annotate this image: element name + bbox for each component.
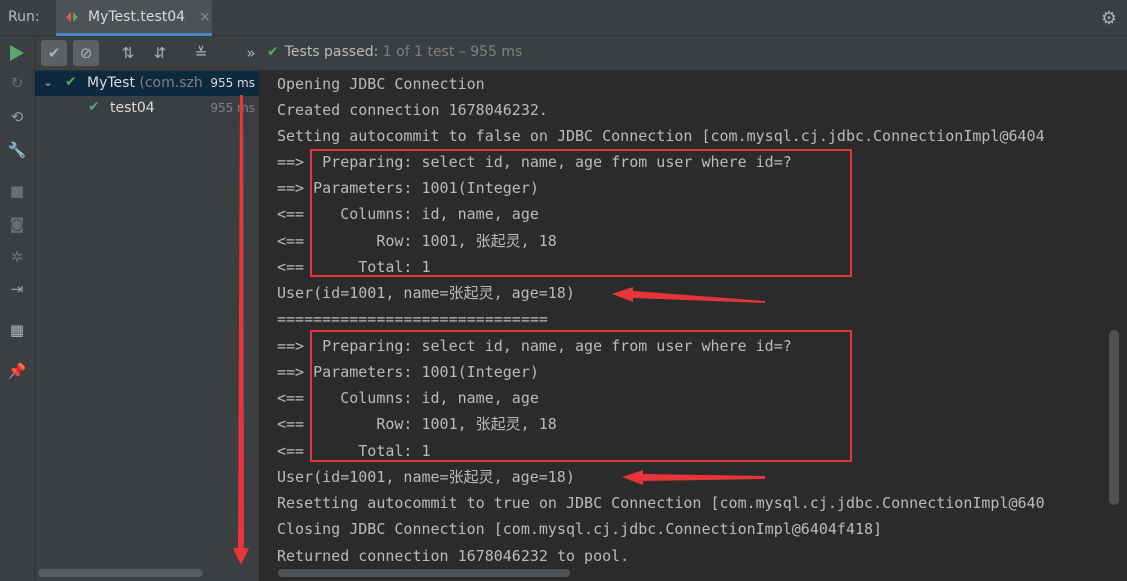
run-label: Run: xyxy=(8,9,40,25)
test-tree: ⌄ ✔ MyTest (com.szh 955 ms ✔ test04 955 … xyxy=(35,71,260,581)
tree-horizontal-scrollbar[interactable] xyxy=(38,569,203,577)
tree-item-test04[interactable]: ✔ test04 955 ms xyxy=(35,96,259,121)
console-line: Resetting autocommit to true on JDBC Con… xyxy=(277,494,1045,512)
layout-icon[interactable]: ▦ xyxy=(7,320,27,340)
console-line: User(id=1001, name=张起灵, age=18) xyxy=(277,284,575,302)
passed-check-icon: ✔ xyxy=(88,99,100,115)
console-line: <== Total: 1 xyxy=(277,442,431,460)
tree-item-name: MyTest xyxy=(87,75,135,91)
console-line: Setting autocommit to false on JDBC Conn… xyxy=(277,127,1045,145)
rerun-failed-icon[interactable]: ↻ xyxy=(7,73,27,93)
run-config-icon xyxy=(66,12,78,22)
debug-icon[interactable]: ✲ xyxy=(7,247,27,267)
status-rest: of 1 test – 955 ms xyxy=(396,44,523,60)
console-line: Closing JDBC Connection [com.mysql.cj.jd… xyxy=(277,520,883,538)
console-line: <== Row: 1001, 张起灵, 18 xyxy=(277,415,557,433)
test-toolbar: ✔ ⊘ ⇅ ⇵ ≚ » ✔ Tests passed: 1 of 1 test –… xyxy=(35,36,1127,71)
pin-icon[interactable]: 📌 xyxy=(7,361,27,381)
console-line: Created connection 1678046232. xyxy=(277,101,548,119)
console-line: Returned connection 1678046232 to pool. xyxy=(277,547,630,565)
tree-item-package: (com.szh xyxy=(139,75,203,91)
passed-check-icon: ✔ xyxy=(267,44,279,60)
sort-by-duration-icon[interactable]: ⇵ xyxy=(147,40,173,66)
console-line: <== Row: 1001, 张起灵, 18 xyxy=(277,232,557,250)
console-output[interactable]: Opening JDBC Connection Created connecti… xyxy=(260,71,1127,581)
status-count: 1 xyxy=(382,44,392,60)
toggle-auto-test-icon[interactable]: ⟲ xyxy=(7,107,27,127)
console-horizontal-scrollbar[interactable] xyxy=(278,569,570,577)
sort-alphabetically-icon[interactable]: ⇅ xyxy=(115,40,141,66)
test-status: ✔ Tests passed: 1 of 1 test – 955 ms xyxy=(267,44,522,60)
left-action-rail: ↻ ⟲ 🔧 ■ ◙ ✲ ⇥ ▦ 📌 xyxy=(0,36,35,581)
tree-item-mytest[interactable]: ⌄ ✔ MyTest (com.szh 955 ms xyxy=(35,71,259,96)
camera-icon[interactable]: ◙ xyxy=(7,214,27,234)
console-line: ==> Parameters: 1001(Integer) xyxy=(277,179,539,197)
console-line: <== Columns: id, name, age xyxy=(277,389,539,407)
chevron-down-icon[interactable]: ⌄ xyxy=(43,75,53,89)
show-passed-check-icon[interactable]: ✔ xyxy=(41,40,67,66)
expand-all-icon[interactable]: ≚ xyxy=(188,40,214,66)
console-line: ============================== xyxy=(277,310,548,328)
tree-item-name: test04 xyxy=(110,100,155,116)
tab-title: MyTest.test04 xyxy=(88,9,186,25)
close-icon[interactable]: × xyxy=(199,9,211,25)
console-line: Opening JDBC Connection xyxy=(277,75,485,93)
console-line: User(id=1001, name=张起灵, age=18) xyxy=(277,468,575,486)
tree-item-time: 955 ms xyxy=(206,76,255,90)
console-line: ==> Preparing: select id, name, age from… xyxy=(277,337,792,355)
wrench-icon[interactable]: 🔧 xyxy=(7,140,27,160)
console-line: ==> Parameters: 1001(Integer) xyxy=(277,363,539,381)
passed-check-icon: ✔ xyxy=(65,74,77,90)
gear-icon[interactable]: ⚙ xyxy=(1101,8,1117,29)
rerun-icon[interactable] xyxy=(10,45,24,61)
status-prefix: Tests passed: xyxy=(284,44,379,60)
console-line: ==> Preparing: select id, name, age from… xyxy=(277,153,792,171)
tab-mytest-test04[interactable]: MyTest.test04 × xyxy=(56,0,212,36)
console-line: <== Columns: id, name, age xyxy=(277,205,539,223)
more-actions-icon[interactable]: » xyxy=(238,40,264,66)
stop-icon[interactable]: ■ xyxy=(7,181,27,201)
console-vertical-scrollbar[interactable] xyxy=(1109,330,1119,505)
console-line: <== Total: 1 xyxy=(277,258,431,276)
exit-icon[interactable]: ⇥ xyxy=(7,279,27,299)
tree-item-time: 955 ms xyxy=(210,101,255,115)
run-tool-window-header: Run: MyTest.test04 × ⚙ xyxy=(0,0,1127,36)
show-ignored-icon[interactable]: ⊘ xyxy=(73,40,99,66)
